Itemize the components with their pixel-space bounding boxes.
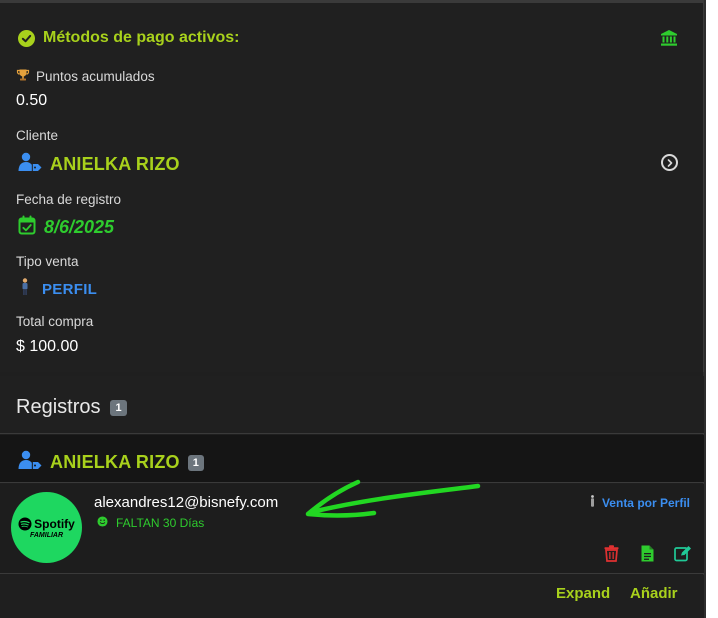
total-label: Total compra [16, 314, 94, 329]
sale-summary-card: Métodos de pago activos: Puntos acumulad… [0, 0, 704, 372]
client-row[interactable]: ANIELKA RIZO [18, 152, 180, 177]
client-group-name: ANIELKA RIZO [50, 452, 180, 472]
days-remaining: FALTAN 30 Días [97, 516, 204, 530]
person-icon [20, 278, 30, 301]
account-email: alexandres12@bisnefy.com [94, 494, 279, 511]
spotify-plan-text: FAMILIAR [29, 531, 64, 539]
payment-methods-header: Métodos de pago activos: [18, 29, 239, 47]
records-section-header: Registros 1 [0, 376, 704, 434]
records-count-badge: 1 [110, 399, 127, 416]
spotify-brand: Spotify [18, 517, 75, 531]
points-label-row: Puntos acumulados [16, 68, 155, 85]
expand-button[interactable]: Expand [556, 585, 610, 602]
smile-icon [97, 516, 108, 530]
payment-methods-title: Métodos de pago activos: [43, 29, 240, 46]
client-group-row: ANIELKA RIZO 1 [18, 450, 204, 475]
points-value: 0.50 [16, 92, 48, 109]
client-group-count-badge: 1 [187, 454, 204, 471]
add-button[interactable]: Añadir [630, 585, 678, 602]
records-title: Registros [16, 396, 101, 418]
spotify-icon: Spotify FAMILIAR [11, 492, 82, 563]
client-label: Cliente [16, 128, 59, 143]
records-heading: Registros 1 [16, 396, 127, 419]
check-circle-icon [18, 29, 35, 47]
arrow-annotation [305, 479, 481, 518]
registration-date-value: 8/6/2025 [44, 217, 115, 237]
points-label: Puntos acumulados [36, 69, 155, 84]
edit-icon[interactable] [674, 544, 692, 562]
app-frame: Métodos de pago activos: Puntos acumulad… [0, 0, 706, 618]
spotify-brand-text: Spotify [34, 516, 75, 531]
record-sale-type-text: Venta por Perfil [601, 495, 690, 510]
trash-icon[interactable] [602, 544, 620, 562]
trophy-icon [16, 68, 30, 85]
record-actions [602, 544, 692, 562]
days-remaining-text: FALTAN 30 Días [116, 516, 205, 530]
calendar-check-icon [18, 215, 36, 240]
record-sale-type: Venta por Perfil [590, 495, 690, 510]
user-tag-icon [18, 152, 42, 177]
total-value: $ 100.00 [16, 338, 79, 355]
card-footer: Expand Añadir [0, 575, 704, 618]
client-name: ANIELKA RIZO [50, 154, 180, 174]
registration-date-row: 8/6/2025 [18, 215, 114, 240]
registration-date-label: Fecha de registro [16, 192, 122, 207]
bank-icon[interactable] [660, 29, 678, 47]
sale-type-row: PERFIL [20, 278, 97, 301]
file-icon[interactable] [638, 544, 656, 562]
person-icon [590, 495, 595, 510]
chevron-right-circle-icon[interactable] [661, 154, 678, 171]
sale-type-label: Tipo venta [16, 254, 79, 269]
user-tag-icon [18, 450, 42, 475]
sale-type-value: PERFIL [42, 281, 98, 298]
